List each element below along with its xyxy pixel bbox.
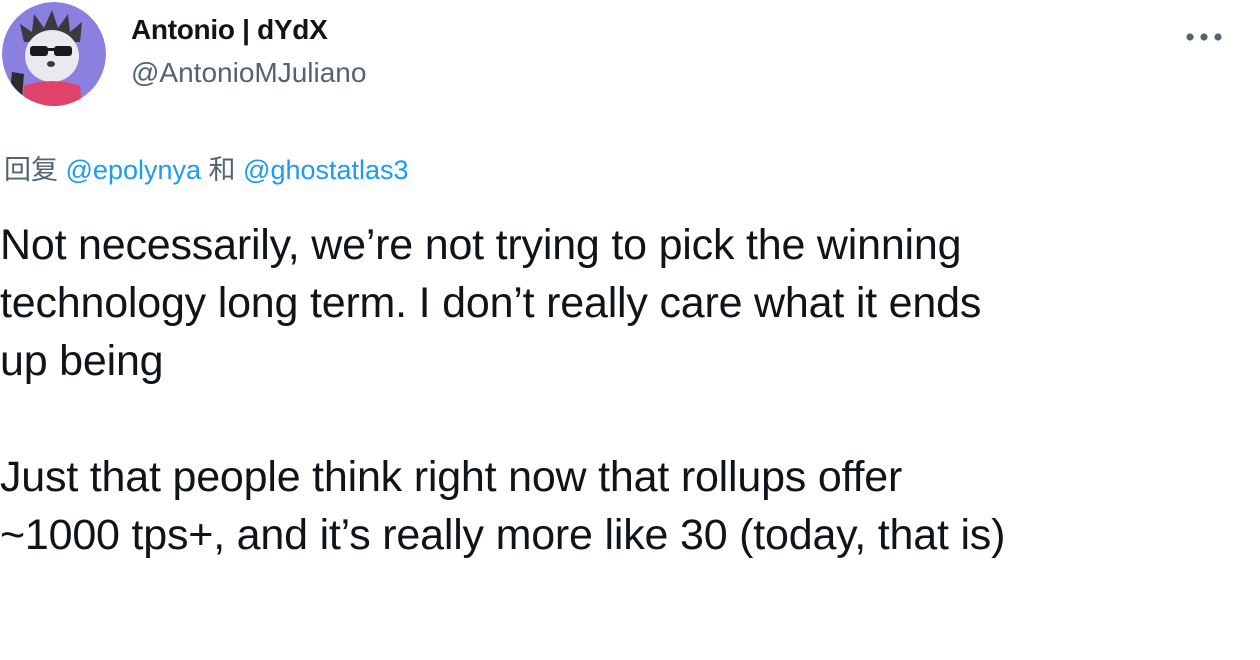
reply-prefix: 回复 bbox=[4, 155, 58, 186]
hedgehog-avatar-icon bbox=[2, 2, 106, 106]
tweet-text-line: ~1000 tps+, and it’s really more like 30… bbox=[0, 511, 1006, 559]
mention-link-epolynya[interactable]: @epolynya bbox=[66, 155, 202, 185]
author-display-name[interactable]: Antonio | dYdX bbox=[131, 14, 328, 46]
author-avatar[interactable] bbox=[2, 2, 106, 106]
paragraph-break bbox=[0, 390, 1250, 448]
tweet-text: Not necessarily, we’re not trying to pic… bbox=[0, 216, 1250, 564]
tweet-card: Antonio | dYdX @AntonioMJuliano 回复 @epol… bbox=[0, 0, 1260, 660]
more-horizontal-icon[interactable] bbox=[1184, 30, 1224, 42]
tweet-text-line: Not necessarily, we’re not trying to pic… bbox=[0, 221, 962, 269]
mention-link-ghostatlas3[interactable]: @ghostatlas3 bbox=[243, 155, 409, 185]
replying-to-line: 回复 @epolynya 和 @ghostatlas3 bbox=[4, 148, 409, 187]
reply-joiner: 和 bbox=[208, 155, 236, 186]
tweet-text-line: up being bbox=[0, 337, 164, 385]
tweet-text-line: technology long term. I don’t really car… bbox=[0, 279, 982, 327]
tweet-text-line: Just that people think right now that ro… bbox=[0, 453, 903, 501]
author-handle[interactable]: @AntonioMJuliano bbox=[131, 57, 366, 89]
